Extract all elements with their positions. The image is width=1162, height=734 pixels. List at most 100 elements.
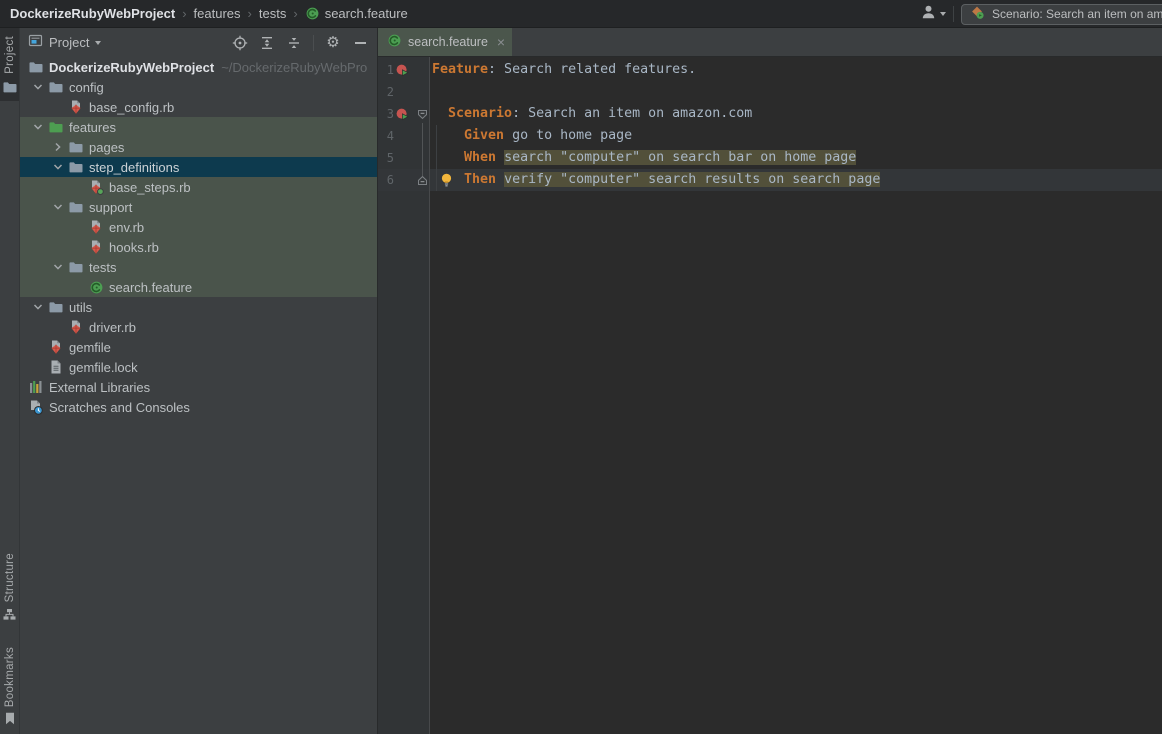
chevron-down-icon[interactable]	[48, 161, 68, 173]
hide-icon[interactable]	[352, 35, 368, 51]
ruby-test-icon	[88, 179, 104, 195]
chevron-down-icon	[940, 12, 946, 16]
run-configuration-label: Scenario: Search an item on ama	[992, 7, 1162, 21]
editor-line-4[interactable]: 4 Given go to home page	[378, 125, 1162, 147]
chevron-right-icon[interactable]	[48, 141, 68, 153]
tool-window-button-bookmarks[interactable]: Bookmarks	[3, 639, 16, 731]
gutter-cell: 4	[378, 125, 430, 147]
chevron-down-icon[interactable]	[28, 81, 48, 93]
user-icon	[920, 4, 937, 25]
tree-item-scratches-and-consoles[interactable]: Scratches and Consoles	[20, 397, 377, 417]
run-test-icon[interactable]	[396, 64, 409, 81]
ruby-icon	[68, 99, 84, 115]
editor-line-2[interactable]: 2	[378, 81, 1162, 103]
tool-window-button-project[interactable]: Project	[0, 28, 19, 101]
project-view-icon	[28, 33, 43, 53]
intention-bulb-icon[interactable]	[440, 173, 453, 192]
cucumber-file-icon	[305, 6, 320, 21]
tree-item-tests[interactable]: tests	[20, 257, 377, 277]
tree-item-label: base_steps.rb	[109, 180, 191, 195]
gutter-cell: 1	[378, 59, 430, 81]
tree-item-gemfile[interactable]: gemfile	[20, 337, 377, 357]
project-panel-actions: ⚙	[232, 35, 368, 51]
tree-item-label: DockerizeRubyWebProject	[49, 60, 214, 75]
expand-all-icon[interactable]	[259, 35, 275, 51]
tree-item-label: step_definitions	[89, 160, 179, 175]
tree-item-dockerizerubywebproject[interactable]: DockerizeRubyWebProject ~/DockerizeRubyWe…	[20, 57, 377, 77]
code-text: Scenario: Search an item on amazon.com	[430, 103, 752, 125]
project-panel-header: Project ⚙	[20, 28, 377, 57]
tree-item-label: utils	[69, 300, 92, 315]
tree-item-search-feature[interactable]: search.feature	[20, 277, 377, 297]
gutter-cell: 5	[378, 147, 430, 169]
line-number: 6	[381, 169, 394, 191]
tool-window-button-label: Project	[4, 36, 16, 74]
editor-line-3[interactable]: 3 Scenario: Search an item on amazon.com	[378, 103, 1162, 125]
ide-window: DockerizeRubyWebProject›features›tests›s…	[0, 0, 1162, 734]
ruby-icon	[68, 319, 84, 335]
tree-item-gemfile-lock[interactable]: gemfile.lock	[20, 357, 377, 377]
fold-start-icon[interactable]	[417, 109, 428, 124]
tool-window-button-structure[interactable]: Structure	[3, 545, 16, 626]
tree-item-utils[interactable]: utils	[20, 297, 377, 317]
collapse-all-icon[interactable]	[286, 35, 302, 51]
tree-item-base-config-rb[interactable]: base_config.rb	[20, 97, 377, 117]
breadcrumb: DockerizeRubyWebProject›features›tests›s…	[10, 6, 408, 21]
libraries-icon	[28, 379, 44, 395]
tree-item-pages[interactable]: pages	[20, 137, 377, 157]
chevron-down-icon[interactable]	[95, 41, 101, 45]
chevron-down-icon[interactable]	[48, 201, 68, 213]
project-panel-title[interactable]: Project	[49, 35, 89, 50]
tree-item-support[interactable]: support	[20, 197, 377, 217]
tree-item-step-definitions[interactable]: step_definitions	[20, 157, 377, 177]
line-number: 4	[381, 125, 394, 147]
breadcrumb-item-features[interactable]: features	[194, 6, 241, 21]
bookmark-icon	[4, 712, 16, 725]
settings-icon[interactable]: ⚙	[325, 35, 341, 51]
user-menu-button[interactable]	[920, 4, 946, 25]
run-test-icon[interactable]	[396, 108, 409, 125]
scratches-icon	[28, 399, 44, 415]
breadcrumb-item-search-feature[interactable]: search.feature	[305, 6, 408, 21]
editor-line-5[interactable]: 5 When search "computer" on search bar o…	[378, 147, 1162, 169]
tree-item-hooks-rb[interactable]: hooks.rb	[20, 237, 377, 257]
chevron-down-icon[interactable]	[48, 261, 68, 273]
ruby-icon	[48, 339, 64, 355]
breadcrumb-item-tests[interactable]: tests	[259, 6, 286, 21]
tree-item-label: hooks.rb	[109, 240, 159, 255]
project-tree: DockerizeRubyWebProject ~/DockerizeRubyWe…	[20, 57, 377, 734]
tree-item-env-rb[interactable]: env.rb	[20, 217, 377, 237]
editor-line-1[interactable]: 1Feature: Search related features.	[378, 59, 1162, 81]
chevron-down-icon[interactable]	[28, 121, 48, 133]
code-editor[interactable]: 1Feature: Search related features.23 Sce…	[378, 57, 1162, 734]
tool-window-button-label: Bookmarks	[4, 647, 16, 707]
tree-item-driver-rb[interactable]: driver.rb	[20, 317, 377, 337]
folder-icon	[48, 299, 64, 315]
tree-item-base-steps-rb[interactable]: base_steps.rb	[20, 177, 377, 197]
folder-icon	[28, 59, 44, 75]
run-configuration-selector[interactable]: Scenario: Search an item on ama	[961, 4, 1162, 25]
tree-item-label: gemfile	[69, 340, 111, 355]
ruby-icon	[88, 239, 104, 255]
fold-end-icon[interactable]	[417, 175, 428, 190]
tab-label: search.feature	[408, 35, 488, 49]
tree-item-external-libraries[interactable]: External Libraries	[20, 377, 377, 397]
line-number: 2	[381, 81, 394, 103]
chevron-down-icon[interactable]	[28, 301, 48, 313]
select-opened-file-icon[interactable]	[232, 35, 248, 51]
tree-item-config[interactable]: config	[20, 77, 377, 97]
tree-item-features[interactable]: features	[20, 117, 377, 137]
topbar-right: Scenario: Search an item on ama	[920, 0, 1162, 28]
minus-glyph	[355, 42, 366, 44]
folder-icon	[68, 259, 84, 275]
close-icon[interactable]: ×	[497, 34, 505, 50]
breadcrumb-item-dockerizerubywebproject[interactable]: DockerizeRubyWebProject	[10, 6, 175, 21]
tree-item-path: ~/DockerizeRubyWebPro	[221, 60, 367, 75]
project-tool-window: Project ⚙ DockerizeRubyWebProject ~/Docke…	[20, 28, 378, 734]
editor-line-6[interactable]: 6 Then verify "computer" search results …	[378, 169, 1162, 191]
gear-glyph: ⚙	[326, 35, 339, 51]
tool-window-button-label: Structure	[4, 553, 16, 602]
gutter-cell: 3	[378, 103, 430, 125]
tab-search-feature[interactable]: search.feature ×	[378, 28, 512, 56]
code-text: Given go to home page	[430, 125, 632, 147]
